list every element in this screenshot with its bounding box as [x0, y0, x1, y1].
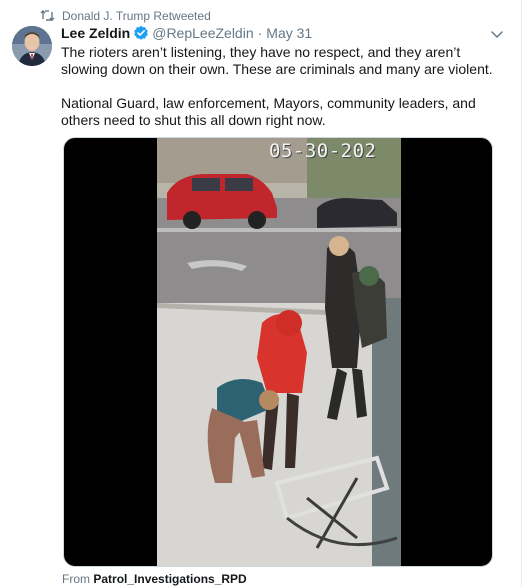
- author-name[interactable]: Lee Zeldin: [61, 25, 130, 41]
- retweet-label[interactable]: Donald J. Trump Retweeted: [62, 9, 211, 23]
- video-attribution: From Patrol_Investigations_RPD: [62, 572, 247, 586]
- attribution-source-link[interactable]: Patrol_Investigations_RPD: [93, 572, 246, 586]
- separator-dot: ·: [257, 25, 263, 41]
- attribution-prefix: From: [62, 572, 90, 586]
- tweet-paragraph-1: The rioters aren’t listening, they have …: [61, 44, 493, 77]
- retweet-indicator: Donald J. Trump Retweeted: [40, 8, 211, 24]
- tweet-header: Lee Zeldin @RepLeeZeldin · May 31: [61, 24, 312, 42]
- video-player[interactable]: 05-30-202: [63, 137, 493, 567]
- author-handle[interactable]: @RepLeeZeldin: [152, 25, 253, 41]
- video-frame[interactable]: 05-30-202: [157, 138, 401, 566]
- tweet[interactable]: Donald J. Trump Retweeted Lee Zeldin @Re…: [0, 0, 522, 587]
- verified-badge-icon: [133, 25, 149, 41]
- tweet-date[interactable]: May 31: [266, 25, 312, 41]
- avatar[interactable]: [12, 26, 52, 66]
- tweet-paragraph-2: National Guard, law enforcement, Mayors,…: [61, 95, 476, 128]
- retweet-icon: [40, 9, 56, 23]
- video-timestamp-overlay: 05-30-202: [269, 140, 377, 162]
- chevron-down-icon[interactable]: [489, 26, 505, 42]
- tweet-text: The rioters aren’t listening, they have …: [61, 44, 501, 129]
